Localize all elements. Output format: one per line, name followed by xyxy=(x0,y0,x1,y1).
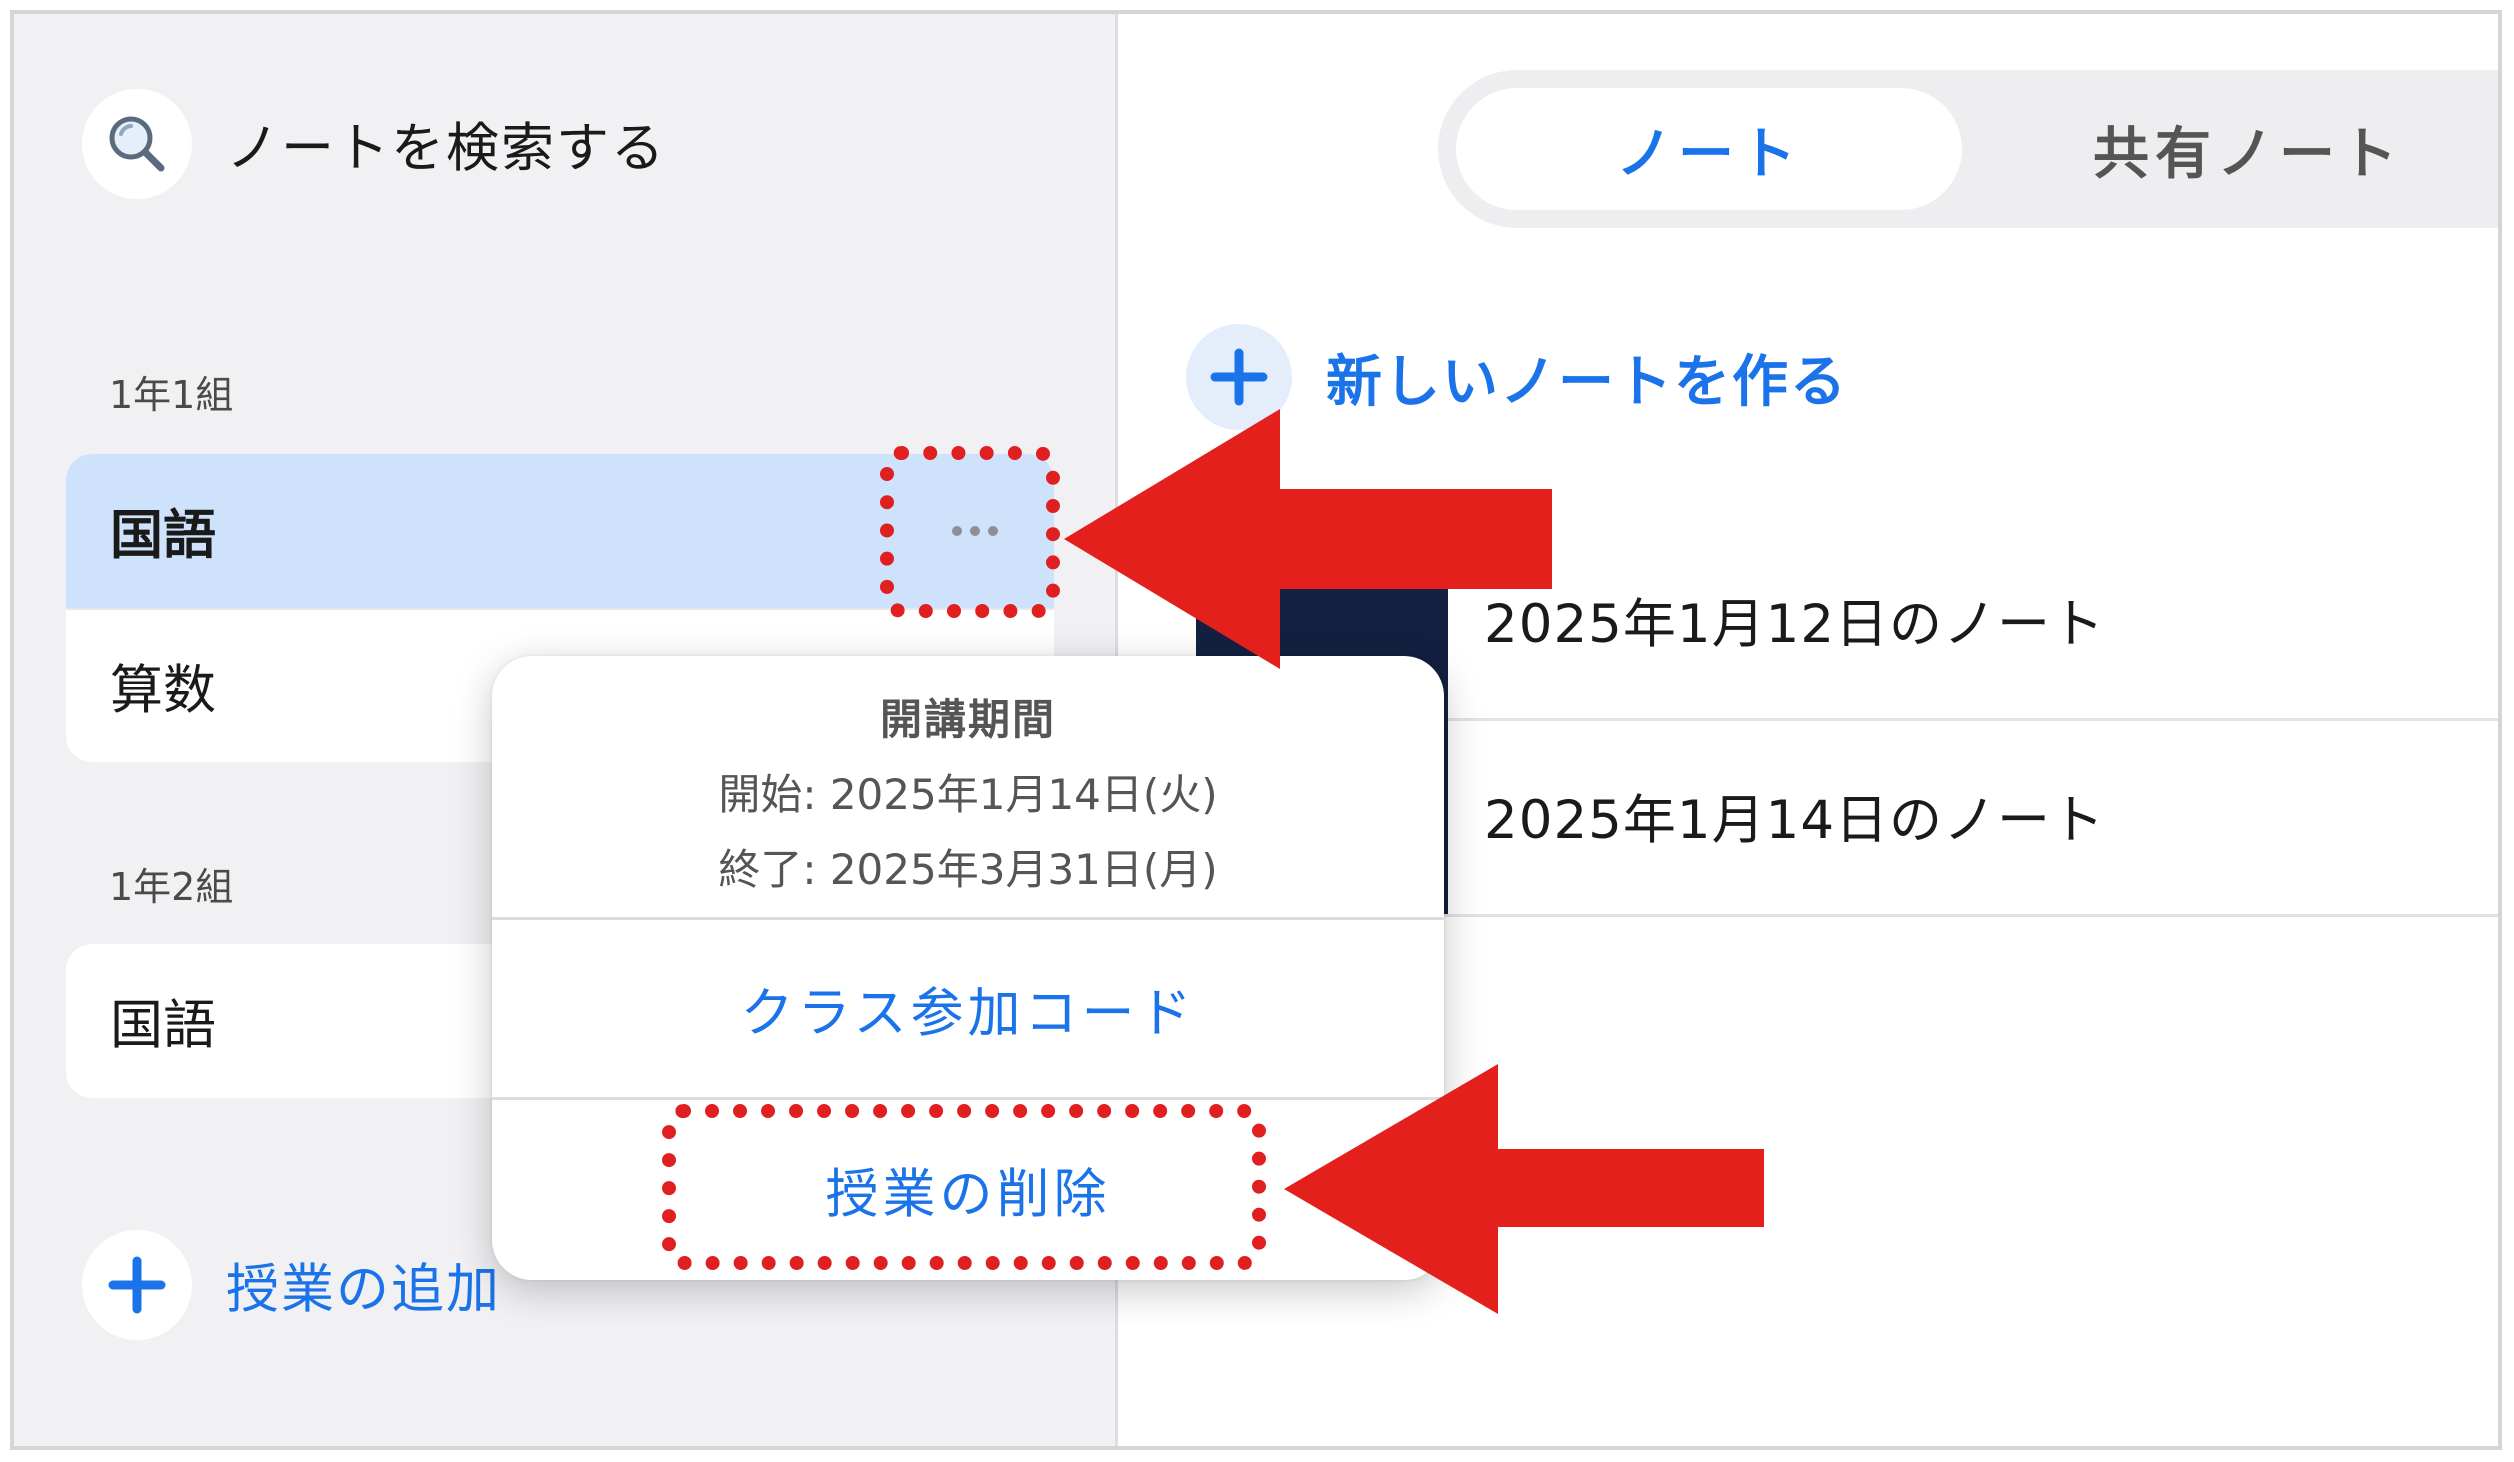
note-tabs: ノート 共有ノート xyxy=(1438,70,2498,228)
course-period-info: 開講期間 開始: 2025年1月14日(火) 終了: 2025年3月31日(月) xyxy=(492,656,1444,920)
popover-caret xyxy=(922,630,982,658)
search-label: ノートを検索する xyxy=(226,118,666,179)
plus-icon-container xyxy=(82,1230,192,1340)
highlight-delete-button xyxy=(662,1104,1266,1270)
tab-shared-notes[interactable]: 共有ノート xyxy=(1998,88,2498,210)
course-start-date: 開始: 2025年1月14日(火) xyxy=(718,770,1218,819)
add-class-button[interactable]: 授業の追加 xyxy=(82,1230,501,1340)
group-label: 1年1組 xyxy=(109,373,234,417)
course-period-title: 開講期間 xyxy=(879,695,1056,744)
search-icon-container xyxy=(82,89,192,199)
highlight-more-button xyxy=(880,446,1060,618)
annotation-arrow-icon xyxy=(1284,1064,1764,1314)
class-item-label: 国語 xyxy=(110,505,216,566)
search-icon xyxy=(109,116,165,172)
new-note-label: 新しいノートを作る xyxy=(1326,349,1848,415)
add-class-label: 授業の追加 xyxy=(226,1259,501,1320)
search-button[interactable]: ノートを検索する xyxy=(82,89,666,199)
tab-notes[interactable]: ノート xyxy=(1456,88,1962,210)
plus-icon xyxy=(108,1256,166,1314)
course-end-date: 終了: 2025年3月31日(月) xyxy=(718,845,1218,894)
app-window: ノートを検索する 1年1組 国語 算数 1年2組 国語 授業の追加 ノート 共有… xyxy=(10,10,2502,1450)
class-item-label: 国語 xyxy=(110,995,216,1056)
note-title: 2025年1月14日のノート xyxy=(1484,790,2106,851)
note-title: 2025年1月12日のノート xyxy=(1484,594,2106,655)
group-label: 1年2組 xyxy=(109,865,234,909)
annotation-arrow-icon xyxy=(1064,409,1552,669)
plus-icon xyxy=(1210,348,1268,406)
class-item-label: 算数 xyxy=(110,660,216,721)
